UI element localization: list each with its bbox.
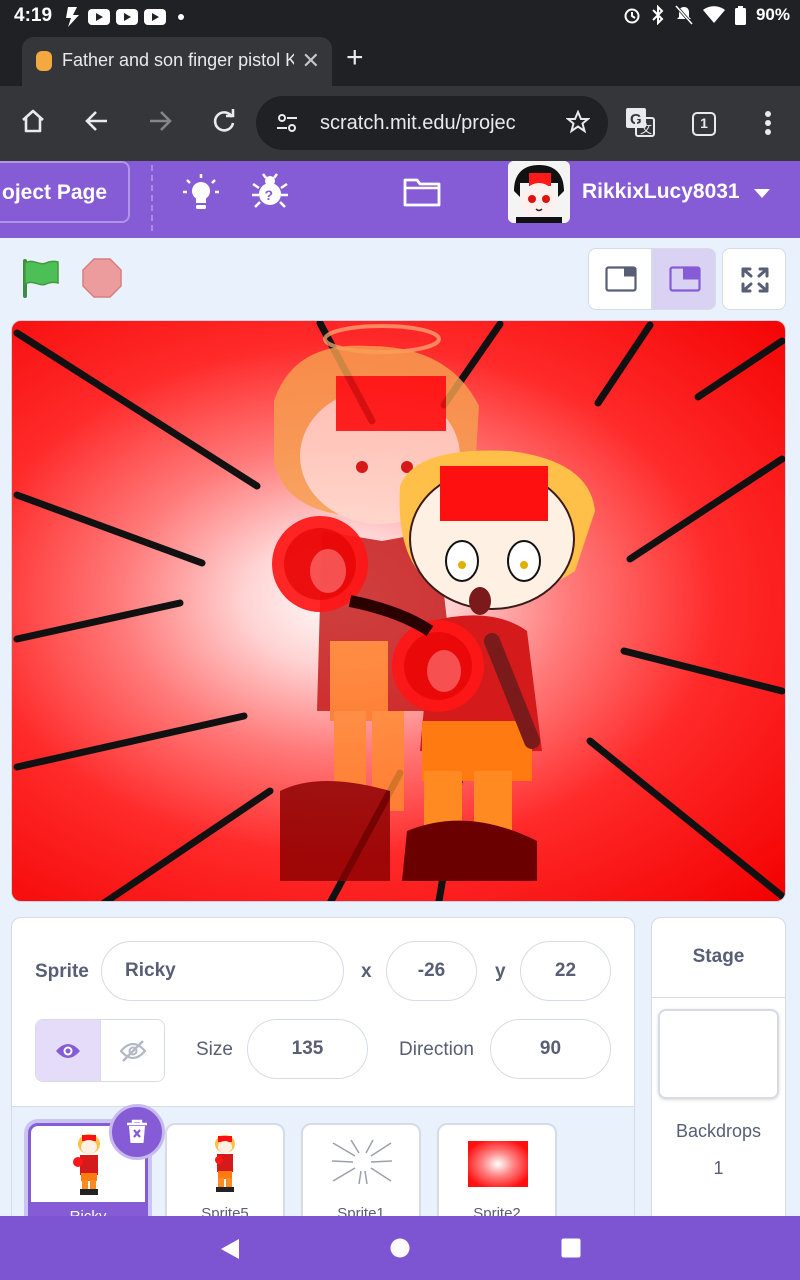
stage-scene [13, 321, 785, 901]
scratch-favicon-icon [36, 51, 52, 71]
site-settings-icon[interactable] [276, 112, 298, 134]
see-project-page-button[interactable]: oject Page [0, 161, 130, 223]
tutorials-lightbulb-icon[interactable] [183, 174, 219, 212]
battery-percent: 90% [755, 5, 790, 24]
forward-icon[interactable] [147, 108, 173, 134]
close-tab-icon[interactable]: ✕ [302, 48, 320, 74]
battery-icon [734, 5, 746, 25]
stage-thumbnail[interactable] [658, 1009, 779, 1099]
fullscreen-icon [741, 267, 769, 293]
sprite-thumbnail [331, 1139, 393, 1185]
back-icon[interactable] [84, 108, 110, 134]
browser-tab[interactable]: Father and son finger pistol K ✕ [22, 37, 332, 86]
y-label: y [495, 961, 506, 982]
stage-title: Stage [652, 918, 785, 998]
youtube-icon [116, 9, 138, 25]
username[interactable]: RikkixLucy8031 [582, 180, 740, 204]
url-text[interactable]: scratch.mit.edu/projec [320, 112, 516, 135]
avatar-image [508, 161, 570, 223]
backdrops-label: Backdrops [675, 1121, 762, 1141]
status-bar: 4:19 90% [0, 0, 800, 34]
home-icon[interactable] [20, 108, 46, 134]
direction-input[interactable]: 90 [490, 1019, 611, 1079]
stage-controls [0, 238, 800, 318]
wifi-icon [702, 6, 725, 23]
translate-icon[interactable]: G文 [624, 106, 656, 138]
more-options-icon[interactable] [764, 110, 772, 136]
nav-back-icon[interactable] [220, 1238, 240, 1260]
stage-canvas[interactable] [11, 320, 786, 902]
sprite-list: Ricky Sprite5 Sprite1 Sprite2 [11, 1107, 635, 1227]
sprite-tile-sprite2[interactable]: Sprite2 [437, 1123, 557, 1227]
normal-stage-icon [669, 266, 701, 292]
tab-strip: Father and son finger pistol K ✕ + [0, 34, 800, 86]
direction-label: Direction [399, 1039, 474, 1060]
show-sprite-button[interactable] [36, 1020, 101, 1081]
x-label: x [361, 961, 372, 982]
svg-text:文: 文 [640, 121, 652, 136]
tab-title: Father and son finger pistol K [62, 50, 294, 70]
delete-sprite-button[interactable] [109, 1104, 165, 1160]
sprite-thumbnail [468, 1141, 528, 1187]
small-stage-icon [605, 266, 637, 292]
more-notifications-icon [178, 14, 184, 20]
bolt-icon [66, 7, 79, 27]
backdrops-count: 1 [713, 1158, 724, 1178]
sprite-name-input[interactable]: Ricky [101, 941, 344, 1001]
alarm-icon [624, 8, 640, 24]
address-bar[interactable]: scratch.mit.edu/projec [256, 96, 608, 150]
fullscreen-button[interactable] [722, 248, 786, 310]
x-position-input[interactable]: -26 [386, 941, 477, 1001]
scratch-menu-bar: oject Page ? RikkixLucy8031 [0, 161, 800, 238]
sprite-tile-sprite5[interactable]: Sprite5 [165, 1123, 285, 1227]
small-stage-button[interactable] [588, 248, 652, 310]
youtube-icon [144, 9, 166, 25]
green-flag-icon[interactable] [20, 258, 60, 298]
sprite-thumbnail [73, 1134, 100, 1195]
debug-bug-icon[interactable]: ? [250, 172, 290, 212]
avatar[interactable] [508, 161, 570, 223]
sprite-info-panel: Sprite Ricky x -26 y 22 Size 135 Directi… [11, 917, 635, 1107]
bookmark-star-icon[interactable] [566, 110, 590, 134]
reload-icon[interactable] [211, 108, 237, 134]
sprite-label: Sprite [35, 961, 89, 982]
trash-icon [127, 1119, 147, 1143]
y-position-input[interactable]: 22 [520, 941, 611, 1001]
youtube-icon [88, 9, 110, 25]
notification-icons [62, 6, 184, 28]
bluetooth-icon [652, 5, 664, 25]
folder-icon[interactable] [403, 176, 441, 208]
hide-sprite-button[interactable] [101, 1020, 164, 1081]
tab-switcher-button[interactable]: 1 [692, 112, 716, 136]
browser-toolbar: scratch.mit.edu/projec G文 1 [0, 86, 800, 161]
nav-home-icon[interactable] [390, 1238, 410, 1258]
sprite-thumbnail [215, 1135, 235, 1192]
mute-icon [674, 5, 693, 25]
new-tab-icon[interactable]: + [346, 41, 364, 75]
menu-divider [151, 165, 153, 231]
eye-slash-icon [120, 1040, 146, 1062]
android-nav-bar [0, 1216, 800, 1280]
status-time: 4:19 [14, 5, 53, 26]
eye-icon [56, 1044, 80, 1058]
stop-icon[interactable] [82, 258, 122, 298]
sprite-tile-sprite1[interactable]: Sprite1 [301, 1123, 421, 1227]
svg-text:?: ? [265, 187, 274, 203]
nav-recents-icon[interactable] [561, 1238, 581, 1258]
size-input[interactable]: 135 [247, 1019, 368, 1079]
size-label: Size [196, 1039, 233, 1060]
visibility-toggle [35, 1019, 165, 1082]
chevron-down-icon[interactable] [754, 189, 770, 198]
stage-selector-panel[interactable]: Stage Backdrops 1 [651, 917, 786, 1227]
normal-stage-button[interactable] [652, 248, 716, 310]
system-icons: 90% [623, 5, 790, 25]
